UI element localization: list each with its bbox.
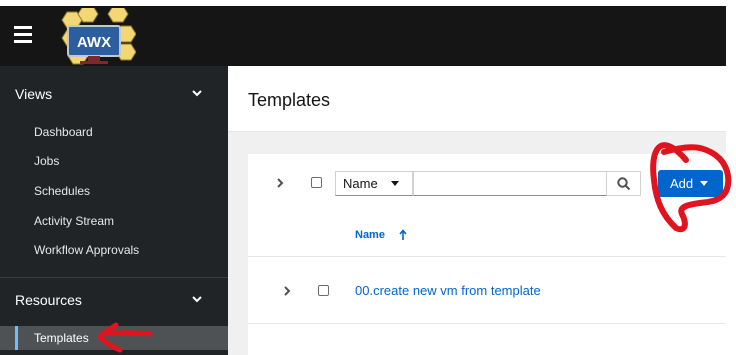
awx-logo[interactable]: AWX xyxy=(54,8,136,66)
sidebar-item-activity-stream[interactable]: Activity Stream xyxy=(0,209,228,233)
nav-group-views-label: Views xyxy=(15,86,53,102)
hamburger-menu-icon[interactable] xyxy=(14,26,34,44)
column-header-name[interactable]: Name xyxy=(355,229,385,241)
template-name-link[interactable]: 00.create new vm from template xyxy=(355,283,541,298)
sidebar-item-jobs[interactable]: Jobs xyxy=(0,149,228,173)
select-all-checkbox[interactable] xyxy=(311,177,322,188)
logo-text: AWX xyxy=(77,34,111,51)
search-icon xyxy=(617,177,631,191)
filter-select-value: Name xyxy=(343,176,378,191)
sidebar-item-workflow-approvals[interactable]: Workflow Approvals xyxy=(0,238,228,262)
row-divider xyxy=(248,256,726,257)
sidebar-item-label: Jobs xyxy=(34,154,60,168)
caret-down-icon xyxy=(391,181,399,186)
sidebar-item-schedules[interactable]: Schedules xyxy=(0,179,228,203)
nav-group-resources[interactable]: Resources xyxy=(0,285,228,315)
search-input[interactable] xyxy=(413,171,607,196)
page-header: Templates xyxy=(228,66,726,132)
nav-group-resources-label: Resources xyxy=(15,292,82,308)
caret-down-icon xyxy=(700,181,708,186)
add-button-label: Add xyxy=(670,176,694,191)
sidebar-item-label: Schedules xyxy=(34,184,91,198)
sort-ascending-icon[interactable] xyxy=(399,229,407,241)
sidebar-item-label: Activity Stream xyxy=(34,214,115,228)
sidebar-item-label: Workflow Approvals xyxy=(34,243,140,257)
search-button[interactable] xyxy=(607,171,641,196)
sidebar-item-label: Dashboard xyxy=(34,125,93,139)
page-title: Templates xyxy=(248,90,331,110)
chevron-down-icon xyxy=(192,296,202,303)
sidebar-item-templates[interactable]: Templates xyxy=(0,326,228,350)
masthead: AWX xyxy=(0,6,726,66)
sidebar-item-label: Templates xyxy=(34,331,89,345)
sidebar-item-dashboard[interactable]: Dashboard xyxy=(0,120,228,144)
nav-group-views[interactable]: Views xyxy=(0,79,228,109)
add-button[interactable]: Add xyxy=(658,170,723,197)
expand-all-chevron-right-icon[interactable] xyxy=(274,176,286,190)
row-select-checkbox[interactable] xyxy=(318,285,329,296)
row-divider xyxy=(248,323,726,324)
filter-attribute-select[interactable]: Name xyxy=(335,171,413,196)
row-expand-chevron-right-icon[interactable] xyxy=(282,284,292,298)
sidebar-divider xyxy=(0,277,228,278)
chevron-down-icon xyxy=(192,90,202,97)
